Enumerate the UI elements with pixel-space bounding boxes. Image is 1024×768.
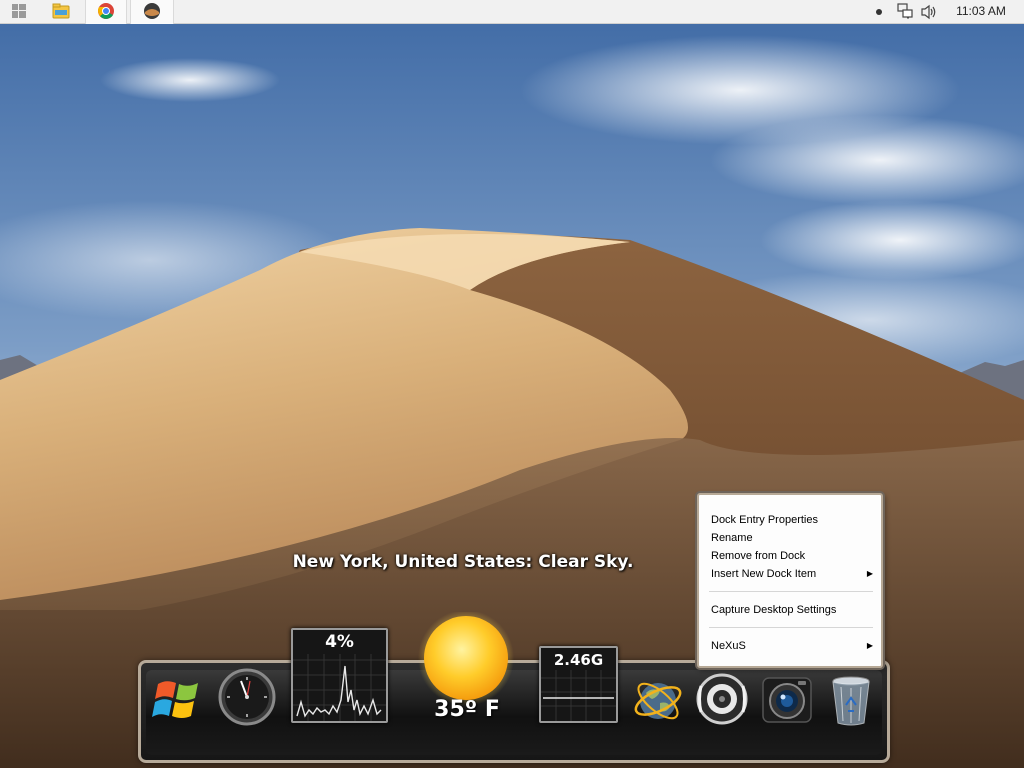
dock-item-clock[interactable]: [217, 667, 277, 727]
camera-icon: [760, 673, 814, 727]
submenu-arrow-icon: ▶: [866, 641, 873, 650]
dock-item-memory-meter[interactable]: 2.46G: [539, 646, 618, 723]
menu-item-label: Dock Entry Properties: [711, 514, 818, 526]
menu-item-label: Rename: [711, 532, 753, 544]
trash-icon: [828, 673, 874, 727]
dock-item-speaker[interactable]: [695, 672, 749, 726]
start-button[interactable]: [0, 0, 38, 24]
menu-item-label: Remove from Dock: [711, 550, 806, 562]
volume-icon[interactable]: [920, 4, 938, 23]
submenu-arrow-icon: ▶: [866, 569, 873, 578]
dock-app-icon: [143, 2, 161, 23]
taskbar-chrome[interactable]: [85, 0, 127, 24]
analog-clock-icon: [217, 667, 277, 727]
sun-icon: [418, 612, 514, 708]
windows-logo-icon: [12, 3, 26, 21]
dock-item-recycle-bin[interactable]: [828, 673, 874, 727]
dock-item-start-menu[interactable]: [150, 670, 206, 726]
menu-item-nexus[interactable]: NeXuS ▶: [699, 637, 881, 655]
taskbar-file-explorer[interactable]: [40, 0, 82, 24]
taskbar: 11:03 AM: [0, 0, 1024, 24]
dock-item-cpu-meter[interactable]: 4%: [291, 628, 388, 723]
menu-item-rename[interactable]: Rename: [699, 529, 881, 547]
file-explorer-icon: [52, 3, 70, 22]
dock-item-camera[interactable]: [760, 673, 814, 727]
menu-item-dock-entry-properties[interactable]: Dock Entry Properties: [699, 511, 881, 529]
memory-value: 2.46G: [553, 651, 604, 669]
weather-temperature: 35º F: [434, 697, 500, 722]
menu-separator: [709, 627, 873, 628]
menu-separator: [709, 591, 873, 592]
taskbar-dock-app[interactable]: [130, 0, 174, 24]
notification-dot-icon[interactable]: [876, 9, 882, 15]
tray-clock[interactable]: 11:03 AM: [946, 0, 1016, 24]
network-icon[interactable]: [897, 3, 914, 23]
menu-item-insert-new-dock-item[interactable]: Insert New Dock Item ▶: [699, 565, 881, 583]
menu-item-capture-desktop-settings[interactable]: Capture Desktop Settings: [699, 601, 881, 619]
dock-item-network[interactable]: [632, 675, 684, 727]
weather-caption: New York, United States: Clear Sky.: [292, 552, 634, 572]
chrome-icon: [97, 2, 115, 23]
dock-item-weather[interactable]: [418, 612, 514, 708]
windows-flag-icon: [150, 670, 206, 726]
globe-icon: [632, 675, 684, 727]
menu-item-remove-from-dock[interactable]: Remove from Dock: [699, 547, 881, 565]
dock-context-menu: Dock Entry Properties Rename Remove from…: [697, 493, 883, 668]
speaker-icon: [695, 672, 749, 726]
cpu-value: 4%: [325, 632, 354, 652]
menu-item-label: Insert New Dock Item: [711, 568, 817, 580]
menu-item-label: Capture Desktop Settings: [711, 604, 837, 616]
menu-item-label: NeXuS: [711, 640, 746, 652]
